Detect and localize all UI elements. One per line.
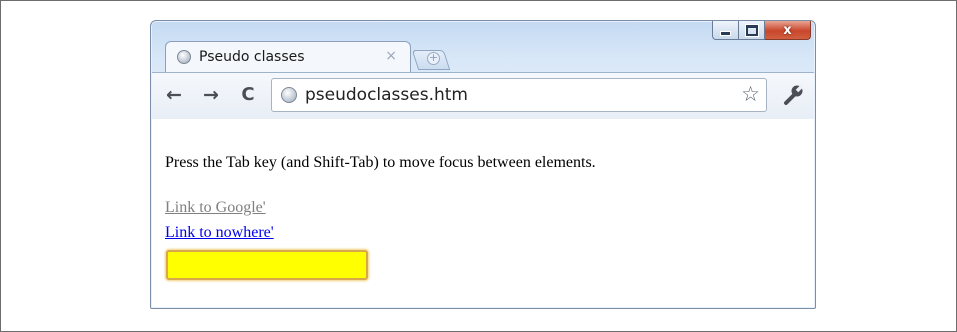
address-text: pseudoclasses.htm	[305, 85, 468, 105]
wrench-icon	[784, 84, 804, 105]
tab-close-icon[interactable]: ×	[385, 48, 397, 64]
page-content: Press the Tab key (and Shift-Tab) to mov…	[152, 119, 814, 307]
reload-button[interactable]: C	[236, 81, 260, 109]
forward-button[interactable]: →	[199, 81, 223, 109]
maximize-button[interactable]	[739, 21, 765, 40]
close-window-button[interactable]: x	[765, 21, 811, 40]
minimize-icon	[721, 31, 730, 35]
intro-text: Press the Tab key (and Shift-Tab) to mov…	[165, 154, 596, 171]
tab-title: Pseudo classes	[199, 49, 305, 65]
page-globe-icon	[281, 87, 297, 103]
toolbar: ← → C pseudoclasses.htm ☆	[152, 72, 814, 120]
tab-pseudo-classes[interactable]: Pseudo classes ×	[165, 41, 411, 73]
address-bar[interactable]: pseudoclasses.htm ☆	[271, 78, 767, 112]
link-to-google[interactable]: Link to Google'	[165, 199, 266, 217]
globe-icon	[177, 50, 191, 64]
close-icon: x	[783, 22, 792, 38]
bookmark-star-icon[interactable]: ☆	[741, 82, 760, 106]
back-button[interactable]: ←	[162, 81, 186, 109]
focused-text-input[interactable]	[166, 250, 368, 280]
link-to-nowhere[interactable]: Link to nowhere'	[165, 224, 274, 242]
browser-window: x Pseudo classes × + ← → C pseudoclasses…	[150, 20, 816, 309]
maximize-icon	[745, 24, 758, 36]
caption-buttons: x	[712, 21, 811, 41]
new-tab-icon: +	[427, 51, 440, 65]
minimize-button[interactable]	[712, 21, 739, 40]
wrench-menu-button[interactable]	[780, 81, 806, 109]
